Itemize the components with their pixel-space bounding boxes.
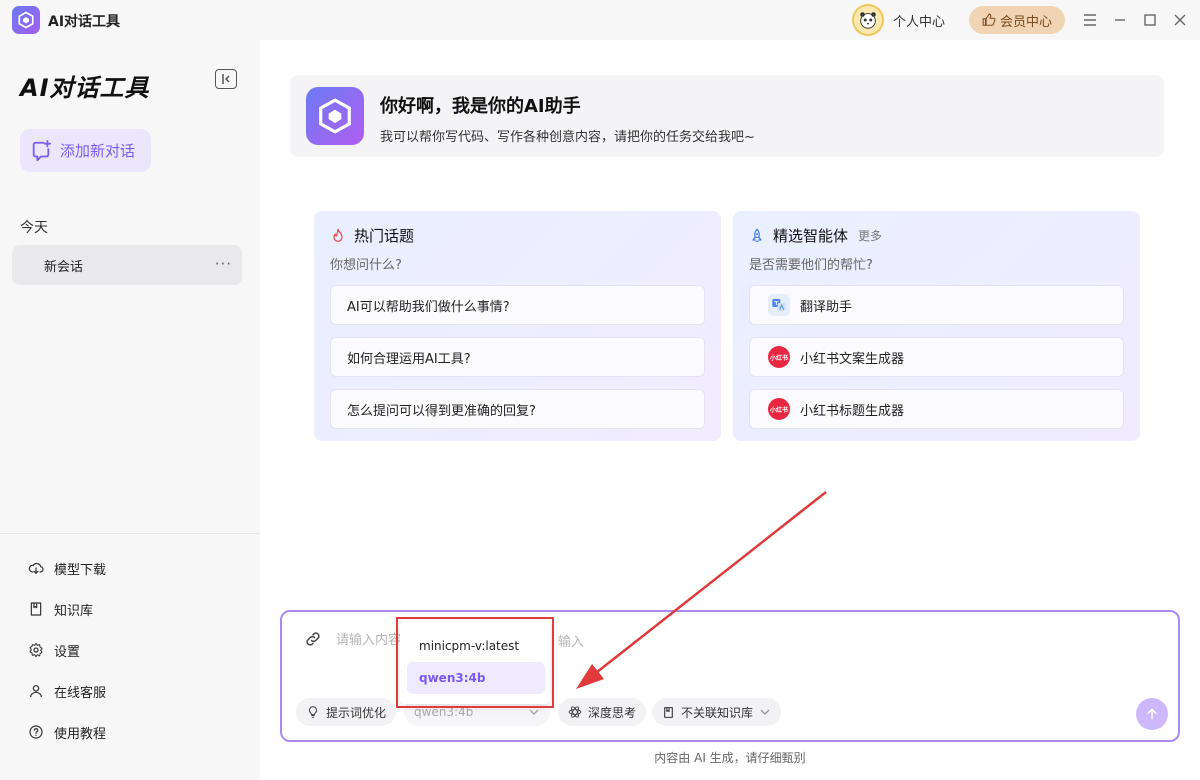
xiaohongshu-icon: 小红书 — [768, 398, 790, 420]
agent-label: 小红书文案生成器 — [800, 351, 905, 367]
vip-center-button[interactable]: 会员中心 — [969, 6, 1065, 34]
knowledge-select-value: 不关联知识库 — [681, 705, 754, 720]
cube-logo-icon — [319, 98, 351, 134]
avatar[interactable] — [852, 4, 884, 36]
cloud-download-icon — [28, 562, 44, 575]
ai-disclaimer: 内容由 AI 生成，请仔细甄别 — [654, 751, 806, 765]
session-item-label: 新会话 — [44, 259, 84, 275]
welcome-banner: 你好啊，我是你的AI助手 我可以帮你写代码、写作各种创意内容，请把你的任务交给我… — [290, 75, 1164, 157]
fire-icon — [333, 228, 343, 242]
deep-think-button[interactable]: 深度思考 — [558, 698, 647, 726]
send-button[interactable] — [1136, 698, 1168, 730]
hot-topics-subtitle: 你想问什么? — [330, 258, 402, 273]
model-select-value: qwen3:4b — [414, 705, 474, 719]
collapse-sidebar-icon[interactable] — [215, 69, 237, 89]
agent-item-xhs-title[interactable]: 小红书 小红书标题生成器 — [749, 389, 1124, 429]
panda-avatar-icon — [860, 12, 876, 29]
app-logo — [12, 6, 40, 34]
bulb-icon — [308, 706, 318, 718]
prompt-optimize-button[interactable]: 提示词优化 — [296, 698, 397, 726]
chevron-down-icon — [529, 709, 539, 715]
add-new-chat-label: 添加新对话 — [60, 142, 136, 160]
agent-item-xhs-copy[interactable]: 小红书 小红书文案生成器 — [749, 337, 1124, 377]
hot-topics-card: 热门话题 你想问什么? AI可以帮助我们做什么事情? 如何合理运用AI工具? 怎… — [314, 211, 721, 441]
sidebar: AI对话工具 添加新对话 今天 新会话 ··· 模型下载 知识库 设置 在线客服… — [0, 40, 260, 780]
close-icon[interactable] — [1170, 10, 1190, 30]
nav-item-tutorial[interactable]: 使用教程 — [28, 720, 228, 744]
placeholder-tail: 输入 — [558, 635, 585, 650]
model-option-minicpm[interactable]: minicpm-v:latest — [407, 630, 545, 662]
link-icon[interactable] — [304, 630, 322, 648]
nav-item-online-support[interactable]: 在线客服 — [28, 679, 228, 703]
translate-icon — [768, 294, 790, 316]
maximize-icon[interactable] — [1140, 10, 1160, 30]
nav-label: 知识库 — [54, 603, 94, 619]
cube-logo-icon — [18, 11, 34, 29]
nav-label: 模型下载 — [54, 562, 107, 578]
topic-item[interactable]: 怎么提问可以得到更准确的回复? — [330, 389, 705, 429]
nav-label: 设置 — [54, 644, 81, 660]
agents-header: 精选智能体 更多 — [749, 225, 882, 246]
topic-item[interactable]: 如何合理运用AI工具? — [330, 337, 705, 377]
user-icon — [30, 685, 42, 698]
knowledge-select[interactable]: 不关联知识库 — [652, 698, 782, 726]
agent-item-translate[interactable]: 翻译助手 — [749, 285, 1124, 325]
xiaohongshu-icon: 小红书 — [768, 346, 790, 368]
hot-topics-title: 热门话题 — [354, 227, 415, 245]
add-new-chat-button[interactable]: 添加新对话 — [20, 129, 151, 172]
agents-subtitle: 是否需要他们的帮忙? — [749, 258, 873, 273]
nav-label: 在线客服 — [54, 685, 107, 701]
menu-icon[interactable] — [1080, 10, 1100, 30]
minimize-icon[interactable] — [1110, 10, 1130, 30]
welcome-title: 你好啊，我是你的AI助手 — [380, 96, 581, 117]
model-option-qwen3[interactable]: qwen3:4b — [407, 662, 545, 694]
hot-topics-header: 热门话题 — [330, 225, 414, 246]
nav-item-model-download[interactable]: 模型下载 — [28, 556, 228, 580]
rocket-icon — [752, 228, 762, 242]
personal-center-link[interactable]: 个人中心 — [893, 11, 945, 30]
chevron-down-icon — [760, 709, 770, 715]
today-section-label: 今天 — [20, 220, 48, 236]
topic-item[interactable]: AI可以帮助我们做什么事情? — [330, 285, 705, 325]
nav-item-settings[interactable]: 设置 — [28, 638, 228, 662]
book-icon — [664, 706, 673, 718]
nav-item-knowledge-base[interactable]: 知识库 — [28, 597, 228, 621]
prompt-optimize-label: 提示词优化 — [326, 705, 387, 720]
title-bar: AI对话工具 个人中心 会员中心 — [0, 0, 1200, 40]
featured-agents-card: 精选智能体 更多 是否需要他们的帮忙? 翻译助手 小红书 小红书文案生成器 小红… — [733, 211, 1140, 441]
deep-think-label: 深度思考 — [588, 705, 637, 720]
help-icon — [29, 725, 43, 739]
book-icon — [30, 602, 42, 616]
vip-center-label: 会员中心 — [999, 14, 1052, 30]
agent-label: 翻译助手 — [800, 299, 853, 315]
nav-label: 使用教程 — [54, 726, 107, 742]
agents-more-link[interactable]: 更多 — [858, 227, 882, 244]
thumbs-up-icon — [982, 13, 996, 26]
agents-title: 精选智能体 — [773, 227, 849, 245]
sidebar-divider — [0, 533, 260, 534]
arrow-up-icon — [1147, 708, 1157, 720]
gear-icon — [29, 642, 43, 658]
assistant-logo — [306, 87, 364, 145]
more-options-icon[interactable]: ··· — [215, 255, 232, 273]
chat-plus-icon — [32, 139, 52, 161]
agent-label: 小红书标题生成器 — [800, 403, 905, 419]
model-dropdown: minicpm-v:latest qwen3:4b — [400, 620, 550, 704]
sidebar-title: AI对话工具 — [20, 74, 150, 102]
welcome-subtitle: 我可以帮你写代码、写作各种创意内容，请把你的任务交给我吧~ — [380, 130, 755, 145]
app-title: AI对话工具 — [48, 14, 121, 30]
atom-icon — [568, 706, 582, 718]
session-item-new[interactable]: 新会话 ··· — [12, 245, 242, 285]
